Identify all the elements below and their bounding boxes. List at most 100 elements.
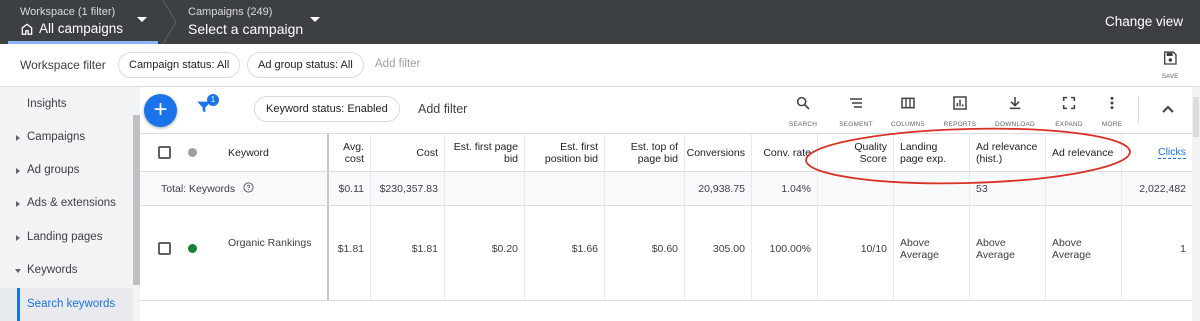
sidebar-item-ads-extensions[interactable]: Ads & extensions [0, 187, 134, 220]
sidebar-item-keywords[interactable]: Keywords [0, 254, 134, 287]
total-conv-rate: 1.04% [751, 172, 817, 205]
add-filter-link[interactable]: Add filter [375, 58, 420, 70]
table-scrollbar[interactable] [1192, 87, 1200, 321]
total-est-first-position-bid [524, 172, 604, 205]
header-clicks-cell: Clicks [1121, 134, 1192, 171]
header-quality-score[interactable]: Quality Score [817, 134, 893, 171]
sidebar-item-label: Ad groups [27, 164, 80, 176]
sidebar-item-ad-groups[interactable]: Ad groups [0, 154, 134, 187]
sidebar-item-insights[interactable]: Insights [0, 88, 134, 121]
save-button[interactable]: SAVE [1158, 50, 1182, 80]
scrollbar-thumb[interactable] [1193, 97, 1199, 137]
keyword-status-chip[interactable]: Keyword status: Enabled [254, 96, 400, 122]
help-icon[interactable] [243, 182, 254, 193]
reports-icon [953, 96, 967, 110]
tool-label: COLUMNS [891, 121, 925, 128]
row-est-top-of-page-bid: $0.60 [604, 206, 684, 300]
total-row: Total: Keywords $0.11 $230,357.83 20,938… [140, 172, 1192, 206]
header-clicks[interactable]: Clicks [1158, 146, 1186, 159]
columns-icon [901, 97, 915, 109]
tool-label: SEGMENT [839, 121, 873, 128]
header-ad-relevance[interactable]: Ad relevance [1045, 134, 1121, 171]
status-dot-icon [188, 244, 197, 253]
search-button[interactable]: SEARCH [778, 95, 828, 128]
header-conversions[interactable]: Conversions [684, 134, 751, 171]
header-conv-rate[interactable]: Conv. rate [751, 134, 817, 171]
change-view-button[interactable]: Change view [1105, 14, 1183, 29]
search-icon [796, 96, 810, 110]
scrollbar-thumb[interactable] [133, 115, 140, 285]
sidebar-item-label: Campaigns [27, 131, 86, 143]
row-conversions: 305.00 [684, 206, 751, 300]
filter-count-badge: 1 [207, 94, 219, 106]
toolbar-divider [1138, 96, 1139, 124]
columns-button[interactable]: COLUMNS [883, 95, 933, 128]
total-label-cell: Total: Keywords [140, 172, 327, 205]
workspace-filter-label: Workspace filter [20, 58, 106, 72]
segment-icon [850, 98, 862, 108]
segment-button[interactable]: SEGMENT [831, 95, 881, 128]
header-ad-relevance-hist[interactable]: Ad relevance (hist.) [969, 134, 1045, 171]
campaigns-subtitle: Campaigns (249) [188, 6, 273, 18]
sidebar-item-label: Landing pages [27, 231, 103, 243]
header-est-top-of-page-bid[interactable]: Est. top of page bid [604, 134, 684, 171]
campaigns-title: Select a campaign [188, 21, 304, 37]
header-landing-page-exp[interactable]: Landing page exp. [893, 134, 969, 171]
tool-label: SEARCH [788, 121, 818, 128]
tool-label: MORE [1101, 121, 1123, 128]
row-avg-cost: $1.81 [327, 206, 370, 300]
total-est-first-page-bid [444, 172, 524, 205]
workspace-selector[interactable]: Workspace (1 filter) All campaigns [8, 0, 158, 44]
reports-button[interactable]: REPORTS [935, 95, 985, 128]
total-avg-cost: $0.11 [327, 172, 370, 205]
add-keyword-button[interactable]: + [144, 94, 177, 127]
chevron-down-icon[interactable] [310, 17, 320, 22]
header-est-first-position-bid[interactable]: Est. first position bid [524, 134, 604, 171]
row-checkbox[interactable] [158, 242, 171, 255]
sidebar-item-campaigns[interactable]: Campaigns [0, 121, 134, 154]
download-button[interactable]: DOWNLOAD [990, 95, 1040, 128]
chevron-up-icon[interactable] [1161, 104, 1175, 114]
header-cost[interactable]: Cost [370, 134, 444, 171]
table-header-row: Keyword Avg. cost Cost Est. first page b… [140, 133, 1192, 172]
total-ad-relevance-hist: 53 [969, 172, 1045, 205]
row-conv-rate: 100.00% [751, 206, 817, 300]
row-keyword[interactable]: Organic Rankings [213, 206, 327, 300]
header-est-first-page-bid[interactable]: Est. first page bid [444, 134, 524, 171]
sidebar-scrollbar[interactable] [133, 87, 140, 321]
row-clicks: 1 [1121, 206, 1192, 300]
row-ad-relevance-hist: Above Average [969, 206, 1045, 300]
keywords-table: Keyword Avg. cost Cost Est. first page b… [140, 133, 1192, 321]
sidebar-item-landing-pages[interactable]: Landing pages [0, 221, 134, 254]
row-est-first-page-bid: $0.20 [444, 206, 524, 300]
tool-label: DOWNLOAD [995, 121, 1035, 128]
select-all-cell [140, 134, 177, 171]
select-all-checkbox[interactable] [158, 146, 171, 159]
table-row[interactable]: Organic Rankings $1.81 $1.81 $0.20 $1.66… [140, 206, 1192, 301]
header-keyword[interactable]: Keyword [213, 134, 327, 171]
campaign-status-chip[interactable]: Campaign status: All [118, 52, 241, 78]
top-bar: Workspace (1 filter) All campaigns Campa… [0, 0, 1200, 44]
total-landing-page-exp [893, 172, 969, 205]
sidebar-item-label: Insights [27, 98, 67, 110]
ad-group-status-chip[interactable]: Ad group status: All [247, 52, 364, 78]
total-cost: $230,357.83 [370, 172, 444, 205]
more-icon [1110, 96, 1114, 110]
campaign-selector[interactable]: Campaigns (249) Select a campaign [188, 6, 303, 37]
add-filter-button[interactable]: Add filter [418, 102, 467, 116]
sidebar-item-label: Keywords [27, 264, 78, 276]
total-conversions: 20,938.75 [684, 172, 751, 205]
status-header-cell [177, 134, 213, 171]
row-ad-relevance: Above Average [1045, 206, 1121, 300]
save-label: SAVE [1161, 73, 1179, 80]
expand-icon [1062, 96, 1076, 110]
sidebar-item-search-keywords[interactable]: Search keywords [0, 288, 134, 321]
row-cost: $1.81 [370, 206, 444, 300]
workspace-title: All campaigns [39, 21, 124, 36]
download-icon [1009, 97, 1021, 110]
header-avg-cost[interactable]: Avg. cost [327, 134, 370, 171]
total-label: Total: Keywords [161, 183, 236, 195]
more-button[interactable]: MORE [1087, 95, 1137, 128]
expand-arrow-icon [16, 201, 20, 207]
expand-arrow-icon [16, 235, 20, 241]
